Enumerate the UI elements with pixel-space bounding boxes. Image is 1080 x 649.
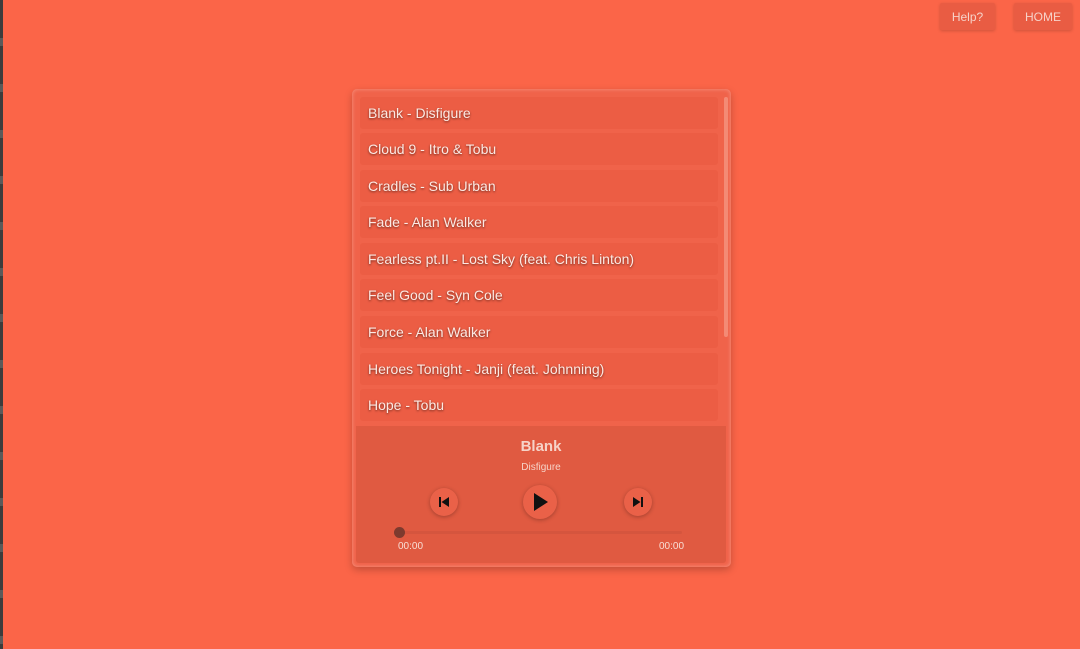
total-time: 00:00	[659, 541, 685, 552]
playlist-item[interactable]: Fade - Alan Walker	[360, 206, 718, 238]
playlist-item[interactable]: Feel Good - Syn Cole	[360, 279, 718, 311]
skip-next-icon	[633, 497, 643, 507]
playlist-item[interactable]: Hope - Tobu	[360, 389, 718, 421]
play-button[interactable]	[523, 485, 557, 519]
now-playing-artist: Disfigure	[521, 462, 561, 473]
playlist-scrollbar[interactable]	[724, 97, 728, 337]
skip-previous-icon	[439, 497, 449, 507]
playlist-item[interactable]: Cloud 9 - Itro & Tobu	[360, 133, 718, 165]
current-time: 00:00	[398, 541, 424, 552]
progress-bar[interactable]	[400, 531, 682, 534]
music-player: Blank - Disfigure Cloud 9 - Itro & Tobu …	[352, 89, 731, 567]
now-playing-title: Blank	[520, 438, 562, 455]
playlist-item[interactable]: Fearless pt.II - Lost Sky (feat. Chris L…	[360, 243, 718, 275]
playlist-item[interactable]: Blank - Disfigure	[360, 97, 718, 129]
playlist-item[interactable]: Cradles - Sub Urban	[360, 170, 718, 202]
playlist[interactable]: Blank - Disfigure Cloud 9 - Itro & Tobu …	[356, 93, 726, 426]
progress-handle[interactable]	[394, 527, 405, 538]
help-button[interactable]: Help?	[940, 3, 995, 30]
player-controls: Blank Disfigure 00:00 00:00	[356, 426, 726, 563]
previous-button[interactable]	[430, 488, 458, 516]
next-button[interactable]	[624, 488, 652, 516]
home-button[interactable]: HOME	[1014, 3, 1072, 30]
playlist-item[interactable]: Heroes Tonight - Janji (feat. Johnning)	[360, 353, 718, 385]
window-edge	[0, 0, 3, 649]
playlist-item[interactable]: Force - Alan Walker	[360, 316, 718, 348]
play-icon	[534, 493, 548, 511]
